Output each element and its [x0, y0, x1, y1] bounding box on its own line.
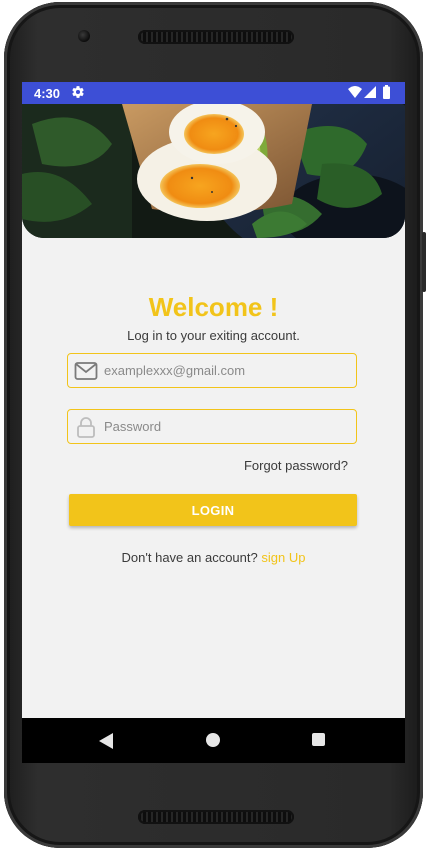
bottom-speaker-grille [138, 810, 294, 824]
password-input[interactable] [104, 410, 350, 443]
login-form: Welcome ! Log in to your exiting account… [22, 238, 405, 718]
mail-icon [74, 362, 98, 380]
lock-icon [77, 417, 95, 438]
volume-button [422, 232, 426, 292]
battery-icon [383, 85, 390, 99]
navigation-bar [22, 718, 405, 763]
food-photo [22, 104, 405, 238]
front-camera [78, 30, 90, 42]
signup-row: Don't have an account? sign Up [22, 550, 405, 565]
recents-square-icon[interactable] [312, 733, 325, 746]
top-speaker-grille [138, 30, 294, 44]
hero-food-image [22, 104, 405, 238]
email-field[interactable] [67, 353, 357, 388]
login-button[interactable]: LOGIN [69, 494, 357, 526]
cell-signal-icon [364, 86, 376, 98]
app-screen: 4:30 Welcome ! Log in to your exiting ac… [22, 82, 405, 763]
email-input[interactable] [104, 354, 350, 387]
status-time: 4:30 [34, 86, 61, 101]
home-circle-icon[interactable] [206, 733, 220, 747]
back-triangle-icon[interactable] [99, 733, 113, 749]
signup-prompt: Don't have an account? [121, 550, 258, 565]
status-bar: 4:30 [22, 82, 405, 104]
welcome-title: Welcome ! [148, 292, 279, 322]
forgot-password-link[interactable]: Forgot password? [244, 458, 348, 473]
login-subtitle: Log in to your exiting account. [127, 328, 300, 343]
gear-icon [72, 86, 84, 98]
password-field[interactable] [67, 409, 357, 444]
wifi-icon [348, 86, 362, 98]
signup-link[interactable]: sign Up [261, 550, 305, 565]
